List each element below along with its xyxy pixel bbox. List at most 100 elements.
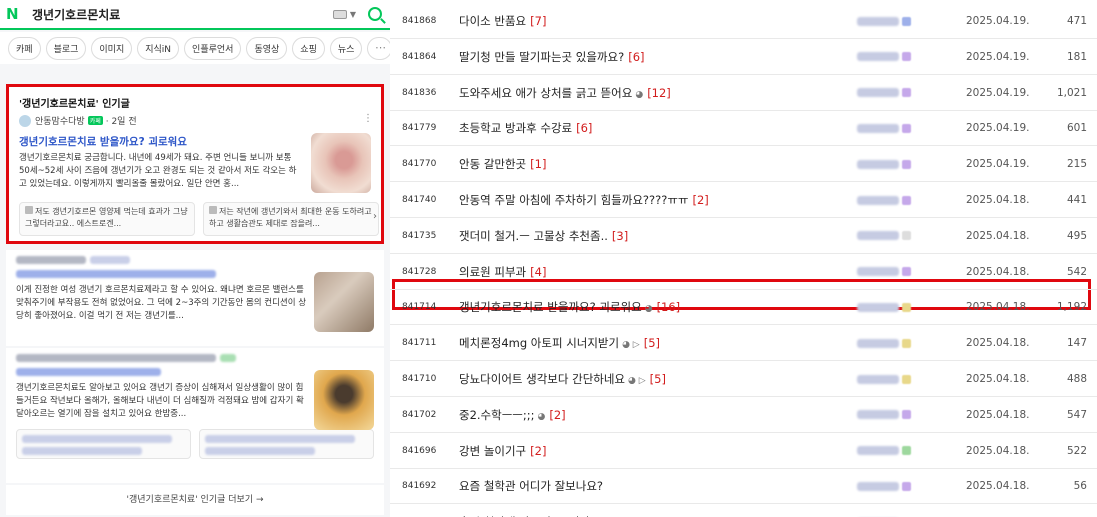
post-subject-link[interactable]: 도와주세요 애가 상처를 긁고 뜯어요 ◕ [12]: [459, 85, 671, 101]
post-subject[interactable]: 다이소 반품요: [459, 14, 526, 28]
search-result-card[interactable]: 이게 진정한 여성 갱년기 호르몬치료제라고 할 수 있어요. 왜냐면 호르몬 …: [6, 250, 384, 346]
post-subject-link[interactable]: 요즘 철학관 어디가 잘보나요?: [459, 478, 603, 494]
search-query[interactable]: 갱년기호르몬치료: [32, 6, 333, 23]
search-tab[interactable]: 블로그: [45, 36, 87, 60]
post-subject[interactable]: 요즘 철학관 어디가 잘보나요?: [459, 479, 603, 493]
table-row[interactable]: 841868 다이소 반품요 [7] 2025.04.19. 471: [390, 4, 1097, 39]
comment-count[interactable]: [1]: [530, 157, 546, 171]
post-subject-link[interactable]: 딸기청 만들 딸기파는곳 있을까요? [6]: [459, 49, 645, 65]
post-subject[interactable]: 안동역 주말 아침에 주차하기 힘들까요????ㅠㅠ: [459, 193, 688, 207]
table-row[interactable]: 841836 도와주세요 애가 상처를 긁고 뜯어요 ◕ [12] 2025.04.19…: [390, 76, 1097, 111]
search-tab[interactable]: 이미지: [91, 36, 133, 60]
post-author[interactable]: [857, 302, 911, 312]
post-subject[interactable]: 초등학교 방과후 수강료: [459, 121, 572, 135]
post-subject[interactable]: 도와주세요 애가 상처를 긁고 뜯어요: [459, 86, 632, 100]
post-subject[interactable]: 당뇨다이어트 생각보다 간단하네요: [459, 372, 625, 386]
blurred-title[interactable]: [16, 368, 161, 376]
search-tab[interactable]: 쇼핑: [292, 36, 325, 60]
post-subject-link[interactable]: 초등학교 방과후 수강료 [6]: [459, 120, 592, 136]
table-row[interactable]: 841779 초등학교 방과후 수강료 [6] 2025.04.19. 601: [390, 111, 1097, 147]
post-author[interactable]: [857, 410, 911, 420]
author-name[interactable]: 안동맘수다방: [35, 114, 85, 127]
comment-count[interactable]: [3]: [612, 229, 628, 243]
post-subject[interactable]: 갱년기호르몬치료 받을까요? 괴로워요: [459, 300, 642, 314]
post-subject[interactable]: 메치론정4mg 아토피 시너지받기: [459, 336, 619, 350]
comment-count[interactable]: [5]: [644, 336, 660, 350]
post-subject-link[interactable]: 당뇨다이어트 생각보다 간단하네요 ◕ ▷ [5]: [459, 371, 666, 387]
comment-count[interactable]: [2]: [692, 193, 708, 207]
search-tab[interactable]: 지식iN: [137, 36, 180, 60]
post-author[interactable]: 안동맘수다방 카페 · 2일 전: [19, 114, 137, 127]
table-row[interactable]: 841696 강변 놀이기구 [2] 2025.04.18. 522: [390, 434, 1097, 469]
related-snippet-2[interactable]: [199, 429, 374, 459]
post-author[interactable]: [857, 374, 911, 384]
post-headline-link[interactable]: 갱년기호르몬치료 받을까요? 괴로워요: [19, 134, 187, 149]
comment-count[interactable]: [2]: [549, 408, 565, 422]
table-row[interactable]: 841728 의료원 피부과 [4] 2025.04.18. 542: [390, 255, 1097, 290]
comment-count[interactable]: [16]: [657, 300, 681, 314]
post-subject[interactable]: 의료원 피부과: [459, 265, 526, 279]
related-snippet-1[interactable]: 저도 갱년기호르몬 영양제 먹는데 효과가 그냥 그렇더라고요.. 에스트로겐.…: [19, 202, 195, 236]
post-author[interactable]: [857, 267, 911, 277]
related-snippet-1[interactable]: [16, 429, 191, 459]
table-row[interactable]: 841714 갱년기호르몬치료 받을까요? 괴로워요 ◕ [16] 2025.04.18…: [390, 290, 1097, 326]
post-subject-link[interactable]: 다이소 반품요 [7]: [459, 13, 546, 29]
search-tab[interactable]: 카페: [8, 36, 41, 60]
post-subject-link[interactable]: 잿더미 철거.ㅡ 고물상 추천좀.. [3]: [459, 228, 628, 244]
post-subject[interactable]: 딸기청 만들 딸기파는곳 있을까요?: [459, 50, 624, 64]
search-icon[interactable]: [368, 7, 382, 21]
naver-logo[interactable]: N: [6, 5, 22, 23]
table-row[interactable]: 841735 잿더미 철거.ㅡ 고물상 추천좀.. [3] 2025.04.18. 49…: [390, 219, 1097, 254]
search-tab[interactable]: 뉴스: [329, 36, 363, 60]
post-thumbnail[interactable]: [311, 133, 371, 193]
comment-count[interactable]: [6]: [628, 50, 644, 64]
post-thumbnail[interactable]: [314, 272, 374, 332]
post-author[interactable]: [857, 338, 911, 348]
popular-post-card[interactable]: '갱년기호르몬치료' 인기글 안동맘수다방 카페 · 2일 전 ⋮ 갱년기호르몬…: [6, 84, 384, 244]
post-subject-link[interactable]: 중2.수학ㅡㅡ;;; ◕ [2]: [459, 407, 566, 423]
more-icon[interactable]: ⋯: [371, 41, 386, 54]
post-author[interactable]: [857, 231, 911, 241]
post-thumbnail[interactable]: [314, 370, 374, 430]
post-author[interactable]: [857, 88, 911, 98]
table-row[interactable]: 841770 안동 갈만한곳 [1] 2025.04.19. 215: [390, 147, 1097, 183]
comment-count[interactable]: [4]: [530, 265, 546, 279]
post-author[interactable]: [857, 123, 911, 133]
table-row[interactable]: 841692 요즘 철학관 어디가 잘보나요? 2025.04.18. 56: [390, 469, 1097, 505]
related-snippet-2[interactable]: 저는 작년에 갱년기와서 최대한 운동 도하려고하고 생활습관도 제대로 잡을려…: [203, 202, 379, 236]
comment-count[interactable]: [2]: [530, 444, 546, 458]
post-author[interactable]: [857, 446, 911, 456]
keyboard-icon[interactable]: [332, 9, 347, 19]
search-bar[interactable]: N 갱년기호르몬치료 ▼: [0, 0, 390, 30]
post-subject-link[interactable]: 메치론정4mg 아토피 시너지받기 ◕ ▷ [5]: [459, 335, 660, 351]
table-row[interactable]: 841711 메치론정4mg 아토피 시너지받기 ◕ ▷ [5] 2025.04.18.…: [390, 326, 1097, 362]
chevron-right-icon[interactable]: ›: [373, 211, 377, 222]
post-subject[interactable]: 잿더미 철거.ㅡ 고물상 추천좀..: [459, 229, 608, 243]
more-popular-link[interactable]: '갱년기호르몬치료' 인기글 더보기 →: [6, 485, 384, 515]
comment-count[interactable]: [7]: [530, 14, 546, 28]
more-options-icon[interactable]: ⋮: [363, 113, 373, 124]
search-result-card[interactable]: 갱년기호르몬치료도 알아보고 있어요 갱년기 증상이 심해져서 일상생활이 많이…: [6, 348, 384, 483]
search-tab[interactable]: 인플루언서: [184, 36, 242, 60]
blurred-title[interactable]: [16, 270, 216, 278]
table-row[interactable]: 841864 딸기청 만들 딸기파는곳 있을까요? [6] 2025.04.19. 18…: [390, 40, 1097, 75]
table-row[interactable]: 841689혹시 청와대 가보신 분 있나요?[6]2025.04.18.434: [390, 505, 1097, 517]
table-row[interactable]: 841710 당뇨다이어트 생각보다 간단하네요 ◕ ▷ [5] 2025.04.18.…: [390, 362, 1097, 397]
post-subject-link[interactable]: 안동 갈만한곳 [1]: [459, 156, 546, 172]
post-subject-link[interactable]: 의료원 피부과 [4]: [459, 264, 546, 280]
post-author[interactable]: [857, 195, 911, 205]
comment-count[interactable]: [5]: [650, 372, 666, 386]
post-author[interactable]: [857, 52, 911, 62]
comment-count[interactable]: [12]: [647, 86, 671, 100]
post-author[interactable]: [857, 481, 911, 491]
post-author[interactable]: [857, 159, 911, 169]
table-row[interactable]: 841740 안동역 주말 아침에 주차하기 힘들까요????ㅠㅠ [2] 2025.…: [390, 183, 1097, 218]
post-subject-link[interactable]: 갱년기호르몬치료 받을까요? 괴로워요 ◕ [16]: [459, 299, 680, 315]
post-subject[interactable]: 중2.수학ㅡㅡ;;;: [459, 408, 535, 422]
search-tab[interactable]: 동영상: [246, 36, 288, 60]
post-subject[interactable]: 안동 갈만한곳: [459, 157, 526, 171]
comment-count[interactable]: [6]: [576, 121, 592, 135]
chevron-down-icon[interactable]: ▼: [350, 10, 356, 19]
post-subject-link[interactable]: 강변 놀이기구 [2]: [459, 443, 546, 459]
post-author[interactable]: [857, 16, 911, 26]
